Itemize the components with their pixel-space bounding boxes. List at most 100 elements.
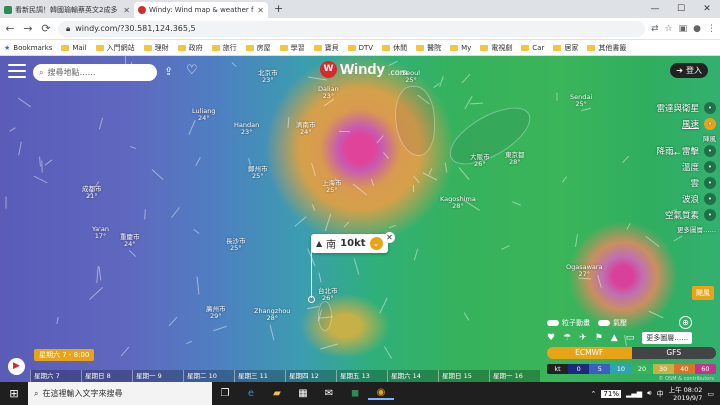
timeline-day[interactable]: 星期五 13 [336,370,387,382]
bookmark-folder[interactable]: 房屋 [245,43,271,53]
back-icon[interactable]: ← [4,22,16,35]
layer-temperature[interactable]: 溫度 • [606,159,716,175]
clock[interactable]: 上午 08:02 2019/9/7 [669,386,703,402]
close-popup-icon[interactable]: ✕ [384,232,395,243]
close-tab-icon[interactable]: ✕ [257,6,264,15]
hurricane-tracker-button[interactable]: 颶風 [692,286,714,300]
layer-gust[interactable]: 陣風 [606,132,716,143]
bookmark-folder[interactable]: 政府 [177,43,203,53]
bookmark-folder[interactable]: Mail [61,44,87,52]
address-bar[interactable]: 🔒︎ windy.com/?30.581,124.365,5 [58,20,645,37]
ime-indicator[interactable]: 中 [657,389,664,399]
city-label[interactable]: Handan 23° [234,122,259,136]
city-label[interactable]: Zhangzhou 28° [254,308,290,322]
city-label[interactable]: Kagoshima 28° [440,196,476,210]
model-ecmwf[interactable]: ECMWF [547,347,632,359]
bookmark-folder[interactable]: 居家 [553,43,578,53]
timeline-day[interactable]: 星期日 15 [438,370,489,382]
bookmark-folder[interactable]: 學習 [279,43,305,53]
timeline-day[interactable]: 星期三 11 [234,370,285,382]
timeline-day[interactable]: 星期一 16 [489,370,540,382]
close-window-icon[interactable]: ✕ [694,0,720,18]
flag-icon[interactable]: ⚑ [595,333,603,343]
bookmark-folder[interactable]: 休閒 [382,43,407,53]
bookmark-folder[interactable]: 理財 [143,43,169,53]
network-icon[interactable]: ▂▄▆ [626,390,642,398]
city-label[interactable]: Dalian 23° [318,86,339,100]
pressure-toggle[interactable]: 氣壓 [598,318,627,328]
bookmark-folder[interactable]: Car [521,44,544,52]
weather-map[interactable]: 北京市 23° Dalian 23° Seoul 25° Sendai 25° Handan 23… [0,56,720,382]
edge-icon[interactable]: e [238,388,264,399]
app-icon[interactable]: ◼ [342,388,368,399]
particles-toggle[interactable]: 粒子動畫 [547,318,590,328]
zoom-icon[interactable]: ⊕ [679,316,692,329]
forward-icon[interactable]: → [22,22,34,35]
layer-air[interactable]: 空氣質素 • [606,207,716,223]
timeline-day[interactable]: 星期六 7 [30,370,81,382]
heart-icon[interactable]: ♡ [186,63,198,78]
more-products-button[interactable]: 更多圖層…… [642,332,693,344]
heart-icon[interactable]: ♥ [547,333,555,343]
timeline-day[interactable]: 星期六 14 [387,370,438,382]
city-label[interactable]: 台北市 26° [318,288,338,302]
login-button[interactable]: ➔ 登入 [670,63,708,78]
city-label[interactable]: 北京市 23° [258,70,278,84]
notification-icon[interactable]: ▭ [707,390,714,398]
share-icon[interactable]: ⇪ [164,65,180,79]
city-label[interactable]: 東京都 28° [505,152,525,166]
mail-icon[interactable]: ✉ [316,388,342,399]
chevron-down-icon[interactable]: ⌄ [369,237,383,250]
city-label[interactable]: Ya'an 17° [92,226,109,240]
car-icon[interactable]: ▭ [626,333,635,343]
bookmark-folder[interactable]: 寶貝 [313,43,339,53]
file-explorer-icon[interactable]: ▰ [264,388,290,399]
browser-tab-0[interactable]: 看新民調！韓國瑜輸蔡英文2成多 ✕ [0,2,134,18]
layer-wave[interactable]: 波浪 • [606,191,716,207]
bookmark-folder[interactable]: 其他書籤 [587,43,626,53]
wind-picker-popup[interactable]: ▲ 南 10kt ⌄ [311,234,388,253]
model-gfs[interactable]: GFS [631,347,716,359]
translate-icon[interactable]: ⇄ [651,24,659,34]
bookmark-folder[interactable]: My [450,44,471,52]
layer-more[interactable]: 更多圖層…… [606,223,716,234]
new-tab-button[interactable]: + [268,2,289,18]
city-label[interactable]: 大阪市 26° [470,154,490,168]
search-input[interactable]: ⌕ 搜尋地點…… [33,64,157,81]
taskbar-search[interactable]: ⌕ 在這裡輸入文字來搜尋 [28,382,212,405]
store-icon[interactable]: ▦ [290,388,316,399]
chevron-up-icon[interactable]: ⌃ [591,390,597,398]
layer-rain[interactable]: 降雨，雷擊 • [606,143,716,159]
city-label[interactable]: 成都市 21° [82,186,102,200]
location-pin[interactable] [308,296,315,303]
city-label[interactable]: 上海市 25° [322,180,342,194]
bookmarks-apps[interactable]: ★ Bookmarks [4,44,52,52]
hamburger-menu-icon[interactable] [8,64,26,78]
extension-icon[interactable]: ▣ [679,24,688,34]
bookmark-folder[interactable]: 旅行 [211,43,237,53]
legend-unit[interactable]: kt [547,364,569,374]
timeline-day[interactable]: 星期日 8 [81,370,132,382]
city-label[interactable]: 濟南市 24° [296,122,316,136]
task-view-icon[interactable]: ❐ [212,388,238,399]
bookmark-folder[interactable]: DTV [347,44,373,52]
mountain-icon[interactable]: ▲ [611,333,618,343]
battery-indicator[interactable]: 71% [601,389,621,398]
weather-icon[interactable]: ☂ [563,333,571,343]
layer-cloud[interactable]: 雲 • [606,175,716,191]
volume-icon[interactable]: 🔊︎ [647,389,651,398]
city-label[interactable]: Sendai 25° [570,94,592,108]
star-icon[interactable]: ☆ [665,24,673,34]
layer-radar[interactable]: 雷達與衛星 • [606,100,716,116]
play-icon[interactable]: ▶ [8,358,25,375]
chrome-menu-icon[interactable]: ⋮ [707,24,716,34]
bookmark-folder[interactable]: 入門網站 [95,43,135,53]
city-label[interactable]: 鄭州市 25° [248,166,268,180]
timeline-day[interactable]: 星期四 12 [285,370,336,382]
timeline[interactable]: 星期六 7 星期日 8 星期一 9 星期二 10 星期三 11 星期四 12 星期五 13 星… [30,370,540,382]
minimize-icon[interactable]: — [642,0,668,18]
layer-wind[interactable]: 風速 • [606,116,716,132]
maximize-icon[interactable]: ☐ [668,0,694,18]
browser-tab-1[interactable]: Windy: Wind map & weather fore ✕ [134,2,268,18]
account-icon[interactable]: ● [693,24,701,34]
